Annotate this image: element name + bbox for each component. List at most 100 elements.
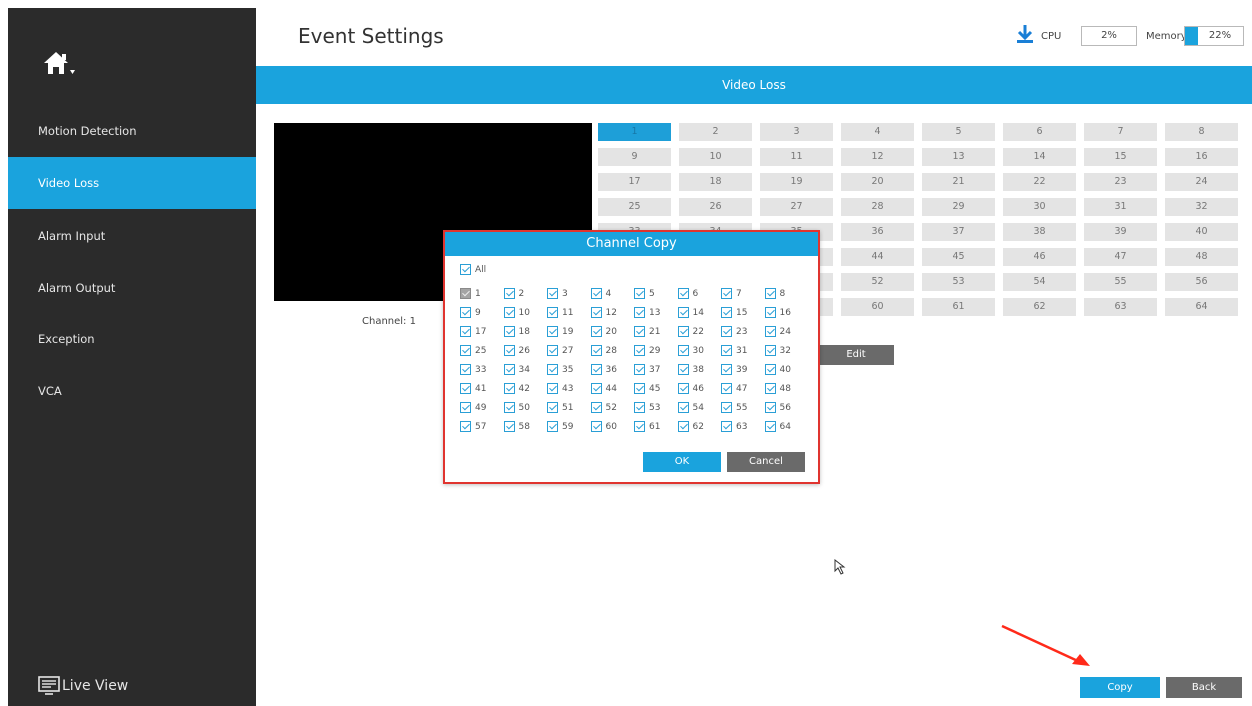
channel-button[interactable]: 8 [1165,123,1238,141]
channel-button[interactable]: 25 [598,198,671,216]
channel-button[interactable]: 18 [679,173,752,191]
channel-checkbox[interactable]: 47 [721,381,765,396]
channel-checkbox[interactable]: 1 [460,286,504,301]
channel-button[interactable]: 38 [1003,223,1076,241]
live-view-button[interactable]: Live View [38,672,128,700]
channel-checkbox[interactable]: 4 [590,286,635,301]
channel-button[interactable]: 22 [1003,173,1076,191]
channel-button[interactable]: 40 [1165,223,1238,241]
channel-button[interactable]: 44 [841,248,914,266]
channel-button[interactable]: 21 [922,173,995,191]
channel-checkbox[interactable]: 61 [634,419,678,434]
channel-checkbox[interactable]: 50 [503,400,548,415]
copy-button[interactable]: Copy [1080,677,1160,698]
channel-checkbox[interactable]: 42 [503,381,548,396]
channel-checkbox[interactable]: 23 [721,324,765,339]
channel-button[interactable]: 48 [1165,248,1238,266]
channel-checkbox[interactable]: 35 [547,362,591,377]
channel-checkbox[interactable]: 38 [677,362,722,377]
channel-checkbox[interactable]: 15 [721,305,765,320]
channel-button[interactable]: 11 [760,148,833,166]
channel-checkbox[interactable]: 32 [764,343,809,358]
channel-checkbox[interactable]: 24 [764,324,809,339]
channel-checkbox[interactable]: 26 [503,343,548,358]
channel-button[interactable]: 6 [1003,123,1076,141]
channel-button[interactable]: 63 [1084,298,1157,316]
channel-checkbox[interactable]: 5 [634,286,678,301]
channel-checkbox[interactable]: 22 [677,324,722,339]
channel-button[interactable]: 31 [1084,198,1157,216]
channel-button[interactable]: 64 [1165,298,1238,316]
channel-button[interactable]: 56 [1165,273,1238,291]
channel-button[interactable]: 47 [1084,248,1157,266]
channel-button[interactable]: 14 [1003,148,1076,166]
channel-checkbox[interactable]: 7 [721,286,765,301]
channel-checkbox[interactable]: 36 [590,362,635,377]
channel-button[interactable]: 5 [922,123,995,141]
channel-checkbox[interactable]: 40 [764,362,809,377]
channel-checkbox[interactable]: 21 [634,324,678,339]
channel-checkbox[interactable]: 58 [503,419,548,434]
cancel-button[interactable]: Cancel [727,452,805,472]
channel-button[interactable]: 53 [922,273,995,291]
channel-checkbox[interactable]: 20 [590,324,635,339]
channel-checkbox[interactable]: 54 [677,400,722,415]
channel-checkbox[interactable]: 13 [634,305,678,320]
channel-checkbox[interactable]: 34 [503,362,548,377]
channel-button[interactable]: 4 [841,123,914,141]
channel-checkbox[interactable]: 59 [547,419,591,434]
channel-checkbox[interactable]: 11 [547,305,591,320]
home-icon[interactable] [42,48,82,78]
ok-button[interactable]: OK [643,452,721,472]
channel-checkbox[interactable]: 37 [634,362,678,377]
channel-button[interactable]: 12 [841,148,914,166]
channel-button[interactable]: 62 [1003,298,1076,316]
channel-checkbox[interactable]: 28 [590,343,635,358]
channel-checkbox[interactable]: 64 [764,419,809,434]
channel-checkbox[interactable]: 2 [503,286,548,301]
channel-button[interactable]: 9 [598,148,671,166]
channel-button[interactable]: 2 [679,123,752,141]
channel-button[interactable]: 29 [922,198,995,216]
channel-button[interactable]: 60 [841,298,914,316]
channel-checkbox[interactable]: 18 [503,324,548,339]
channel-checkbox[interactable]: 63 [721,419,765,434]
edit-button[interactable]: Edit [818,345,894,365]
sidebar-item-video-loss[interactable]: Video Loss [8,157,256,209]
channel-checkbox[interactable]: 25 [460,343,504,358]
channel-checkbox[interactable]: 41 [460,381,504,396]
channel-checkbox[interactable]: 31 [721,343,765,358]
sidebar-item-motion-detection[interactable]: Motion Detection [8,105,256,157]
channel-checkbox[interactable]: 17 [460,324,504,339]
all-checkbox[interactable]: All [460,264,486,275]
channel-checkbox[interactable]: 19 [547,324,591,339]
channel-checkbox[interactable]: 43 [547,381,591,396]
channel-button[interactable]: 3 [760,123,833,141]
channel-button[interactable]: 52 [841,273,914,291]
channel-button[interactable]: 26 [679,198,752,216]
channel-button[interactable]: 15 [1084,148,1157,166]
sidebar-item-vca[interactable]: VCA [8,365,256,417]
channel-checkbox[interactable]: 48 [764,381,809,396]
channel-checkbox[interactable]: 49 [460,400,504,415]
channel-button[interactable]: 7 [1084,123,1157,141]
sidebar-item-alarm-output[interactable]: Alarm Output [8,262,256,314]
channel-checkbox[interactable]: 57 [460,419,504,434]
channel-button[interactable]: 36 [841,223,914,241]
channel-button[interactable]: 37 [922,223,995,241]
channel-checkbox[interactable]: 51 [547,400,591,415]
channel-button[interactable]: 27 [760,198,833,216]
channel-button[interactable]: 46 [1003,248,1076,266]
channel-button[interactable]: 24 [1165,173,1238,191]
sidebar-item-exception[interactable]: Exception [8,313,256,365]
channel-checkbox[interactable]: 33 [460,362,504,377]
channel-button[interactable]: 54 [1003,273,1076,291]
channel-checkbox[interactable]: 3 [547,286,591,301]
channel-button[interactable]: 30 [1003,198,1076,216]
channel-button[interactable]: 10 [679,148,752,166]
channel-button[interactable]: 1 [598,123,671,141]
channel-checkbox[interactable]: 44 [590,381,635,396]
channel-checkbox[interactable]: 9 [460,305,504,320]
download-icon[interactable] [1016,24,1034,48]
channel-checkbox[interactable]: 14 [677,305,722,320]
